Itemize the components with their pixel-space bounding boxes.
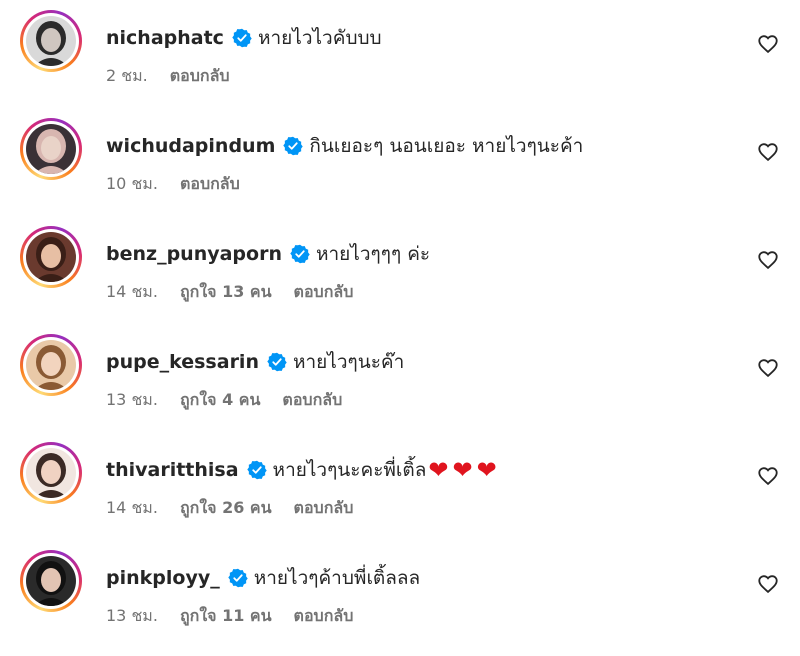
comment-line: pupe_kessarin หายไวๆนะค๊า <box>106 348 406 376</box>
comments-list: nichaphatc หายไวไวคับบบ 2 ชม. ตอบกลับ wi… <box>0 0 800 656</box>
username-link[interactable]: benz_punyaporn <box>106 243 282 265</box>
reply-button[interactable]: ตอบกลับ <box>282 388 342 413</box>
avatar-story-ring[interactable] <box>20 442 82 504</box>
comment-line: wichudapindum กินเยอะๆ นอนเยอะ หายไวๆนะค… <box>106 132 585 160</box>
red-heart-emoji: ❤ <box>476 456 497 484</box>
comment-text: หายไวๆนะคะพี่เติ้ล <box>272 459 427 481</box>
heart-outline-icon[interactable] <box>757 357 779 379</box>
avatar[interactable] <box>26 340 76 390</box>
username-link[interactable]: pupe_kessarin <box>106 351 259 373</box>
red-heart-emoji: ❤ <box>428 456 449 484</box>
comment-row: benz_punyaporn หายไวๆๆๆ ค่ะ 14 ชม. ถูกใจ… <box>0 216 800 324</box>
timestamp: 13 ชม. <box>106 606 158 625</box>
comment-row: pinkployy_ หายไวๆค้าบพี่เติ้ลลล 13 ชม. ถ… <box>0 540 800 648</box>
verified-badge-icon <box>290 244 310 264</box>
comment-meta: 14 ชม. ถูกใจ 13 คน ตอบกลับ <box>106 280 353 305</box>
avatar[interactable] <box>26 448 76 498</box>
verified-badge-icon <box>246 460 267 480</box>
verified-badge-icon <box>283 136 304 156</box>
comment-text: หายไวไวคับบบ <box>257 27 382 49</box>
verified-badge-icon <box>232 28 252 48</box>
avatar-story-ring[interactable] <box>20 10 82 72</box>
avatar-story-ring[interactable] <box>20 550 82 612</box>
verified-badge-icon <box>228 568 248 588</box>
timestamp: 14 ชม. <box>106 282 158 301</box>
avatar-story-ring[interactable] <box>20 118 82 180</box>
comment-text: หายไวๆๆๆ ค่ะ <box>315 243 431 265</box>
heart-outline-icon[interactable] <box>757 465 779 487</box>
comment-row: nichaphatc หายไวไวคับบบ 2 ชม. ตอบกลับ <box>0 0 800 108</box>
comment-line: pinkployy_ หายไวๆค้าบพี่เติ้ลลล <box>106 564 422 592</box>
comment-meta: 2 ชม. ตอบกลับ <box>106 64 230 89</box>
verified-badge-icon <box>267 352 287 372</box>
comment-text: หายไวๆนะค๊า <box>292 351 405 373</box>
comment-line: nichaphatc หายไวไวคับบบ <box>106 24 384 52</box>
avatar[interactable] <box>26 124 76 174</box>
heart-outline-icon[interactable] <box>757 249 779 271</box>
comment-line: thivaritthisa หายไวๆนะคะพี่เติ้ล ❤ ❤ ❤ <box>106 456 501 484</box>
comment-row: thivaritthisa หายไวๆนะคะพี่เติ้ล ❤ ❤ ❤ 14 … <box>0 432 800 540</box>
username-link[interactable]: wichudapindum <box>106 135 275 157</box>
avatar[interactable] <box>26 16 76 66</box>
emoji-group: ❤ ❤ ❤ <box>428 458 500 482</box>
heart-outline-icon[interactable] <box>757 573 779 595</box>
timestamp: 10 ชม. <box>106 174 158 193</box>
heart-outline-icon[interactable] <box>757 33 779 55</box>
reply-button[interactable]: ตอบกลับ <box>294 280 354 305</box>
timestamp: 2 ชม. <box>106 66 148 85</box>
avatar[interactable] <box>26 232 76 282</box>
likes-count-link[interactable]: ถูกใจ 4 คน <box>180 388 260 413</box>
reply-button[interactable]: ตอบกลับ <box>170 64 230 89</box>
comment-text: กินเยอะๆ นอนเยอะ หายไวๆนะค้า <box>309 135 584 157</box>
avatar-story-ring[interactable] <box>20 334 82 396</box>
reply-button[interactable]: ตอบกลับ <box>294 496 354 521</box>
timestamp: 14 ชม. <box>106 498 158 517</box>
reply-button[interactable]: ตอบกลับ <box>180 172 240 197</box>
comment-meta: 13 ชม. ถูกใจ 4 คน ตอบกลับ <box>106 388 342 413</box>
comment-text: หายไวๆค้าบพี่เติ้ลลล <box>253 567 421 589</box>
avatar-story-ring[interactable] <box>20 226 82 288</box>
red-heart-emoji: ❤ <box>452 456 473 484</box>
likes-count-link[interactable]: ถูกใจ 26 คน <box>180 496 272 521</box>
username-link[interactable]: nichaphatc <box>106 27 224 49</box>
avatar[interactable] <box>26 556 76 606</box>
username-link[interactable]: thivaritthisa <box>106 459 239 481</box>
comment-meta: 13 ชม. ถูกใจ 11 คน ตอบกลับ <box>106 604 353 629</box>
comment-row: pupe_kessarin หายไวๆนะค๊า 13 ชม. ถูกใจ 4… <box>0 324 800 432</box>
timestamp: 13 ชม. <box>106 390 158 409</box>
username-link[interactable]: pinkployy_ <box>106 567 220 589</box>
likes-count-link[interactable]: ถูกใจ 11 คน <box>180 604 272 629</box>
comment-meta: 14 ชม. ถูกใจ 26 คน ตอบกลับ <box>106 496 353 521</box>
reply-button[interactable]: ตอบกลับ <box>294 604 354 629</box>
heart-outline-icon[interactable] <box>757 141 779 163</box>
comment-row: wichudapindum กินเยอะๆ นอนเยอะ หายไวๆนะค… <box>0 108 800 216</box>
comment-meta: 10 ชม. ตอบกลับ <box>106 172 240 197</box>
likes-count-link[interactable]: ถูกใจ 13 คน <box>180 280 272 305</box>
comment-line: benz_punyaporn หายไวๆๆๆ ค่ะ <box>106 240 432 268</box>
